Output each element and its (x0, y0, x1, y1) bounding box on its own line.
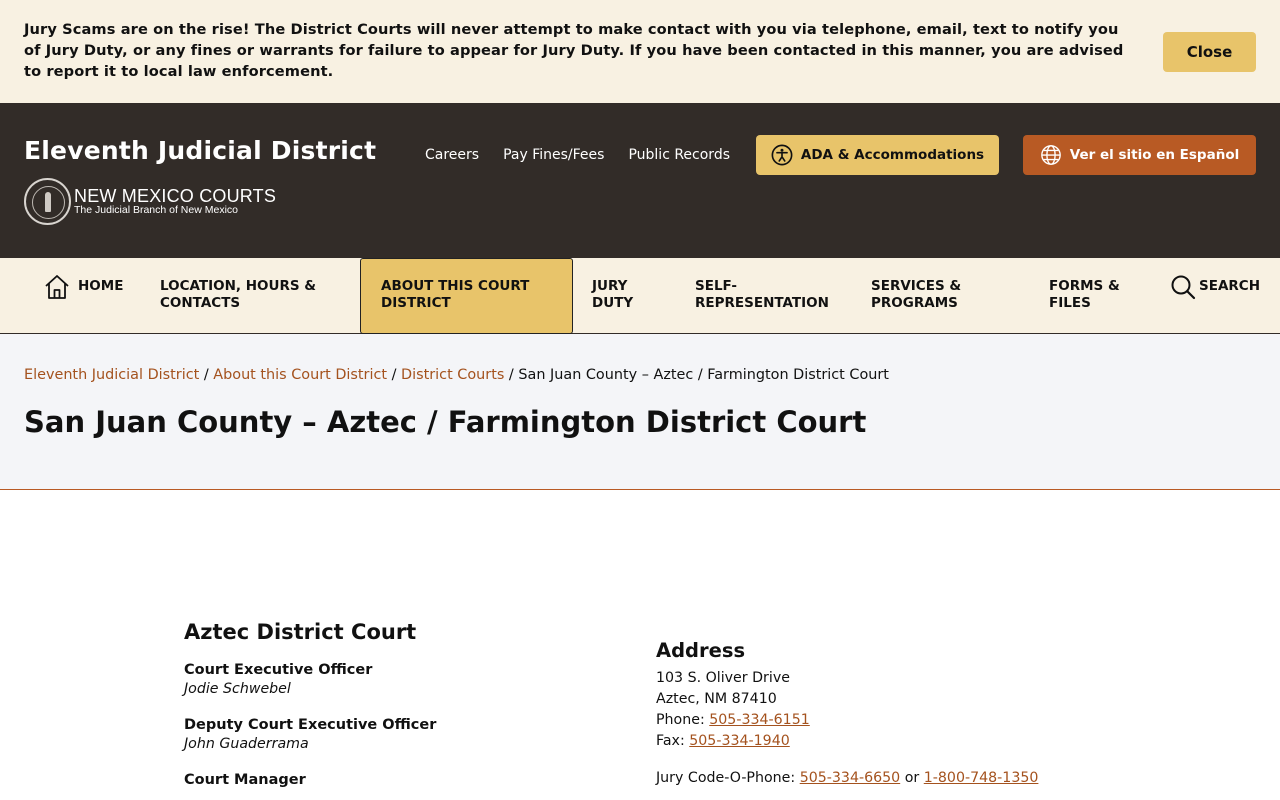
fax-label: Fax: (656, 733, 685, 749)
address-section: Address 103 S. Oliver Drive Aztec, NM 87… (656, 639, 1156, 789)
nm-courts-logo[interactable]: NEW MEXICO COURTS The Judicial Branch of… (24, 177, 276, 225)
site-header: Eleventh Judicial District NEW MEXICO CO… (0, 103, 1280, 258)
nav-home[interactable]: HOME (44, 258, 144, 334)
logo-sub-text: The Judicial Branch of New Mexico (74, 203, 238, 216)
staff-name: Jodie Schwebel (184, 681, 291, 697)
jury-phone-line: Jury Code-O-Phone: 505-334-6650 or 1-800… (656, 768, 1156, 789)
staff-name: John Guaderrama (184, 736, 309, 752)
breadcrumb: Eleventh Judicial District / About this … (24, 367, 889, 383)
nav-services-label: SERVICES & PROGRAMS (871, 278, 962, 311)
careers-link[interactable]: Careers (425, 147, 479, 163)
spanish-site-button[interactable]: Ver el sitio en Español (1023, 135, 1256, 175)
phone-line: Phone: 505-334-6151 (656, 710, 1156, 731)
breadcrumb-separator: / (508, 367, 514, 383)
nav-jury-label: JURY DUTY (592, 278, 634, 311)
address-city: Aztec, NM 87410 (656, 691, 777, 707)
search-icon (1171, 275, 1196, 300)
address-street: 103 S. Oliver Drive (656, 670, 790, 686)
page-header: Eleventh Judicial District / About this … (0, 334, 1280, 490)
logo-main-text: NEW MEXICO COURTS (74, 185, 277, 206)
nav-self-rep-label: SELF-REPRESENTATION (695, 278, 829, 311)
globe-icon (1040, 145, 1061, 165)
page-title: San Juan County – Aztec / Farmington Dis… (24, 405, 867, 439)
nav-home-label: HOME (78, 278, 124, 294)
nav-search[interactable]: SEARCH (1170, 258, 1260, 334)
nav-location[interactable]: LOCATION, HOURS & CONTACTS (160, 258, 340, 334)
nav-about[interactable]: ABOUT THIS COURT DISTRICT (360, 258, 573, 334)
nav-location-label: LOCATION, HOURS & CONTACTS (160, 278, 317, 311)
nav-forms[interactable]: FORMS & FILES (1049, 258, 1149, 334)
nav-search-label: SEARCH (1199, 278, 1260, 294)
nav-services[interactable]: SERVICES & PROGRAMS (871, 258, 1001, 334)
home-icon (45, 275, 69, 299)
jury-or-text: or (904, 770, 920, 786)
nav-self-representation[interactable]: SELF-REPRESENTATION (695, 258, 845, 334)
alert-message: Jury Scams are on the rise! The District… (24, 21, 1124, 80)
main-nav: HOME LOCATION, HOURS & CONTACTS ABOUT TH… (0, 258, 1280, 334)
nav-forms-label: FORMS & FILES (1049, 278, 1120, 311)
jury-phone-link-local[interactable]: 505-334-6650 (800, 770, 901, 786)
accessibility-icon (771, 144, 793, 166)
jury-phone-label: Jury Code-O-Phone: (656, 770, 796, 786)
nav-jury[interactable]: JURY DUTY (592, 258, 662, 334)
seal-logo-icon (24, 177, 71, 225)
court-name: Aztec District Court (184, 620, 417, 644)
nav-about-label: ABOUT THIS COURT DISTRICT (381, 278, 530, 311)
pay-fines-link[interactable]: Pay Fines/Fees (503, 147, 604, 163)
site-title[interactable]: Eleventh Judicial District (24, 136, 376, 165)
spanish-label: Ver el sitio en Español (1069, 147, 1240, 163)
jury-phone-link-tollfree[interactable]: 1-800-748-1350 (924, 770, 1039, 786)
breadcrumb-about-district[interactable]: About this Court District (213, 367, 387, 383)
address-heading: Address (656, 639, 746, 662)
alert-close-button[interactable]: Close (1163, 32, 1256, 72)
breadcrumb-current: San Juan County – Aztec / Farmington Dis… (518, 367, 889, 383)
alert-banner: Jury Scams are on the rise! The District… (0, 0, 1280, 103)
ada-accommodations-button[interactable]: ADA & Accommodations (756, 135, 999, 175)
phone-link[interactable]: 505-334-6151 (709, 712, 810, 728)
utility-links: Careers Pay Fines/Fees Public Records (425, 147, 754, 163)
staff-role: Deputy Court Executive Officer (184, 717, 437, 733)
fax-line: Fax: 505-334-1940 (656, 731, 1156, 752)
fax-link[interactable]: 505-334-1940 (689, 733, 790, 749)
staff-role: Court Manager (184, 772, 306, 788)
staff-role: Court Executive Officer (184, 662, 373, 678)
public-records-link[interactable]: Public Records (628, 147, 730, 163)
court-staff-section: Aztec District Court Court Executive Off… (184, 620, 604, 789)
breadcrumb-district-courts[interactable]: District Courts (401, 367, 504, 383)
phone-label: Phone: (656, 712, 705, 728)
ada-label: ADA & Accommodations (800, 147, 985, 163)
breadcrumb-separator: / (203, 367, 209, 383)
breadcrumb-eleventh-district[interactable]: Eleventh Judicial District (24, 367, 199, 383)
breadcrumb-separator: / (391, 367, 397, 383)
